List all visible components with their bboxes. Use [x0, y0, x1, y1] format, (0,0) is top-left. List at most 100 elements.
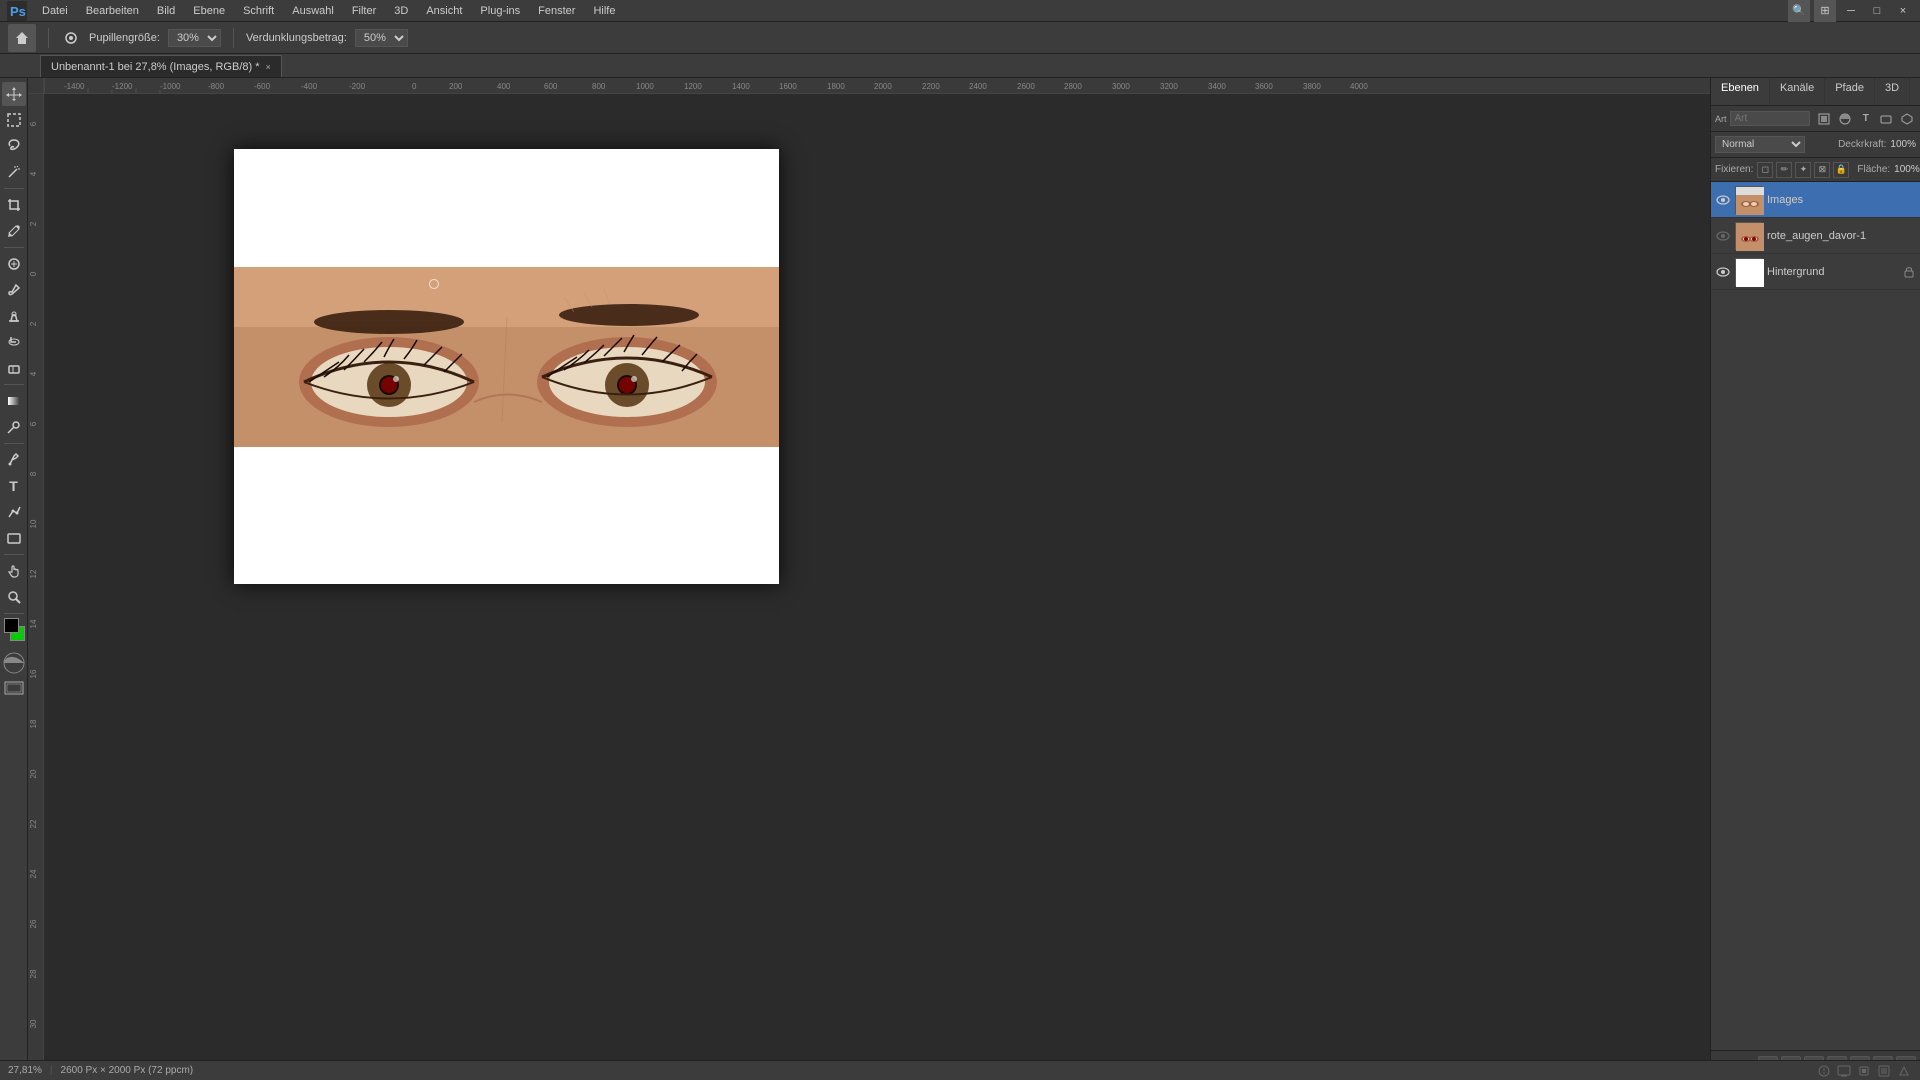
menu-fenster[interactable]: Fenster	[530, 3, 583, 19]
type-tool[interactable]: T	[2, 474, 26, 498]
lock-artboard-btn[interactable]: ⊠	[1814, 162, 1830, 178]
statusbar-icon-3[interactable]	[1856, 1064, 1872, 1078]
tab-3d[interactable]: 3D	[1875, 78, 1910, 105]
canvas-area[interactable]	[44, 94, 1710, 1060]
panel-tabs: Ebenen Kanäle Pfade 3D	[1711, 78, 1920, 106]
menu-datei[interactable]: Datei	[34, 3, 76, 19]
eye-image-svg	[234, 267, 779, 447]
svg-text:4: 4	[29, 171, 38, 176]
document-tab[interactable]: Unbenannt-1 bei 27,8% (Images, RGB/8) * …	[40, 55, 282, 77]
menu-bearbeiten[interactable]: Bearbeiten	[78, 3, 147, 19]
dodge-tool[interactable]	[2, 415, 26, 439]
svg-text:1400: 1400	[732, 82, 750, 91]
svg-text:3600: 3600	[1255, 82, 1273, 91]
shape-tool[interactable]	[2, 526, 26, 550]
ruler-top-svg: -1400 -1200 -1000 -800 -600 -400 -200 0 …	[44, 78, 1710, 94]
blend-mode-select[interactable]: Normal	[1715, 136, 1805, 153]
svg-text:6: 6	[29, 121, 38, 126]
svg-text:14: 14	[29, 619, 38, 628]
tab-kanaele[interactable]: Kanäle	[1770, 78, 1825, 105]
left-toolbar: T	[0, 78, 28, 1080]
tab-ebenen[interactable]: Ebenen	[1711, 78, 1770, 105]
move-tool[interactable]	[2, 82, 26, 106]
svg-text:1200: 1200	[684, 82, 702, 91]
ruler-corner	[28, 78, 44, 94]
arrange-icon[interactable]: ⊞	[1814, 0, 1836, 22]
tab-pfade[interactable]: Pfade	[1825, 78, 1875, 105]
layer-item-hintergrund[interactable]: Hintergrund	[1711, 254, 1920, 290]
statusbar-icon-4[interactable]	[1876, 1064, 1892, 1078]
menu-bild[interactable]: Bild	[149, 3, 183, 19]
lock-transparent-btn[interactable]: ◻	[1757, 162, 1773, 178]
opacity-label: Deckrkraft:	[1838, 139, 1886, 150]
svg-text:Ps: Ps	[10, 4, 26, 19]
svg-text:-400: -400	[301, 82, 318, 91]
statusbar-icon-1[interactable]	[1816, 1064, 1832, 1078]
crop-tool[interactable]	[2, 193, 26, 217]
lasso-tool[interactable]	[2, 134, 26, 158]
brush-tool[interactable]	[2, 278, 26, 302]
menu-plugins[interactable]: Plug-ins	[472, 3, 528, 19]
menu-ansicht[interactable]: Ansicht	[418, 3, 470, 19]
close-icon[interactable]: ×	[1892, 0, 1914, 22]
menu-hilfe[interactable]: Hilfe	[585, 3, 623, 19]
ruler-left: 6 4 2 0 2 4 6 8 10 12 14 16 18 20 22 24 …	[28, 94, 44, 1060]
tool-separator-5	[4, 554, 24, 555]
heal-tool[interactable]	[2, 252, 26, 276]
lock-all-btn[interactable]: 🔒	[1833, 162, 1849, 178]
layer-visibility-rote[interactable]	[1715, 228, 1731, 244]
layer-thumb-images	[1735, 186, 1763, 214]
statusbar-icon-5[interactable]	[1896, 1064, 1912, 1078]
brush-size-label: Pupillengröße:	[89, 32, 160, 44]
canvas-wrapper: -1400 -1200 -1000 -800 -600 -400 -200 0 …	[28, 78, 1710, 1080]
minimize-icon[interactable]: ─	[1840, 0, 1862, 22]
home-button[interactable]	[8, 24, 36, 52]
magic-wand-tool[interactable]	[2, 160, 26, 184]
shape-filter-icon[interactable]	[1878, 109, 1896, 129]
menu-schrift[interactable]: Schrift	[235, 3, 282, 19]
lock-position-btn[interactable]: ✦	[1795, 162, 1811, 178]
layer-visibility-images[interactable]	[1715, 192, 1731, 208]
adjustment-filter-icon[interactable]	[1836, 109, 1854, 129]
type-filter-icon[interactable]: T	[1857, 109, 1875, 129]
smart-filter-icon[interactable]	[1898, 109, 1916, 129]
tool-separator-2	[4, 247, 24, 248]
statusbar-icon-2[interactable]	[1836, 1064, 1852, 1078]
darken-select[interactable]: 50%	[355, 29, 408, 47]
marquee-tool[interactable]	[2, 108, 26, 132]
menu-auswahl[interactable]: Auswahl	[284, 3, 342, 19]
svg-text:-1400: -1400	[64, 82, 85, 91]
separator2	[233, 28, 234, 48]
layer-item-images[interactable]: Images	[1711, 182, 1920, 218]
svg-text:4: 4	[29, 371, 38, 376]
menu-filter[interactable]: Filter	[344, 3, 384, 19]
eraser-tool[interactable]	[2, 356, 26, 380]
svg-text:0: 0	[29, 271, 38, 276]
menu-ebene[interactable]: Ebene	[185, 3, 233, 19]
svg-text:1000: 1000	[636, 82, 654, 91]
pixel-filter-icon[interactable]	[1816, 109, 1834, 129]
pen-tool[interactable]	[2, 448, 26, 472]
brush-size-select[interactable]: 30%	[168, 29, 221, 47]
svg-text:3800: 3800	[1303, 82, 1321, 91]
menu-3d[interactable]: 3D	[386, 3, 416, 19]
lock-image-btn[interactable]: ✏	[1776, 162, 1792, 178]
svg-text:30: 30	[29, 1019, 38, 1028]
search-icon[interactable]: 🔍	[1788, 0, 1810, 22]
hand-tool[interactable]	[2, 559, 26, 583]
quick-mask-button[interactable]	[3, 652, 25, 677]
eyedropper-tool[interactable]	[2, 219, 26, 243]
path-select-tool[interactable]	[2, 500, 26, 524]
layer-thumb-hintergrund	[1735, 258, 1763, 286]
layer-visibility-hintergrund[interactable]	[1715, 264, 1731, 280]
layer-item-rote[interactable]: rote_augen_davor-1	[1711, 218, 1920, 254]
screen-mode-button[interactable]	[4, 681, 24, 698]
stamp-tool[interactable]	[2, 304, 26, 328]
layer-search-input[interactable]	[1730, 111, 1810, 126]
tab-close-button[interactable]: ×	[266, 62, 271, 72]
foreground-color[interactable]	[4, 618, 19, 633]
gradient-tool[interactable]	[2, 389, 26, 413]
zoom-tool[interactable]	[2, 585, 26, 609]
history-brush-tool[interactable]	[2, 330, 26, 354]
restore-icon[interactable]: □	[1866, 0, 1888, 22]
